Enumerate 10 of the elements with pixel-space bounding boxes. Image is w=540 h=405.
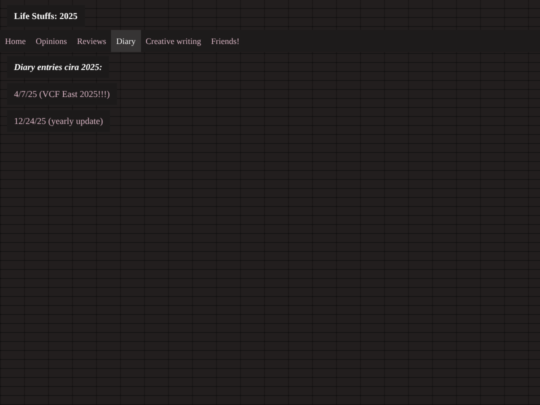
nav-tab[interactable]: Opinions [30,30,72,52]
nav-tab[interactable]: Friends! [206,30,244,52]
diary-entry-link[interactable]: 12/24/25 (yearly update) [7,110,110,132]
nav-tab[interactable]: Home [0,30,31,52]
nav-tab[interactable]: Creative writing [140,30,206,52]
section-heading: Diary entries cira 2025: [7,56,110,78]
nav-tab[interactable]: Diary [111,30,141,52]
diary-entry-link[interactable]: 4/7/25 (VCF East 2025!!!) [7,83,117,105]
site-title: Life Stuffs: 2025 [7,5,84,27]
nav-tab[interactable]: Reviews [72,30,112,52]
